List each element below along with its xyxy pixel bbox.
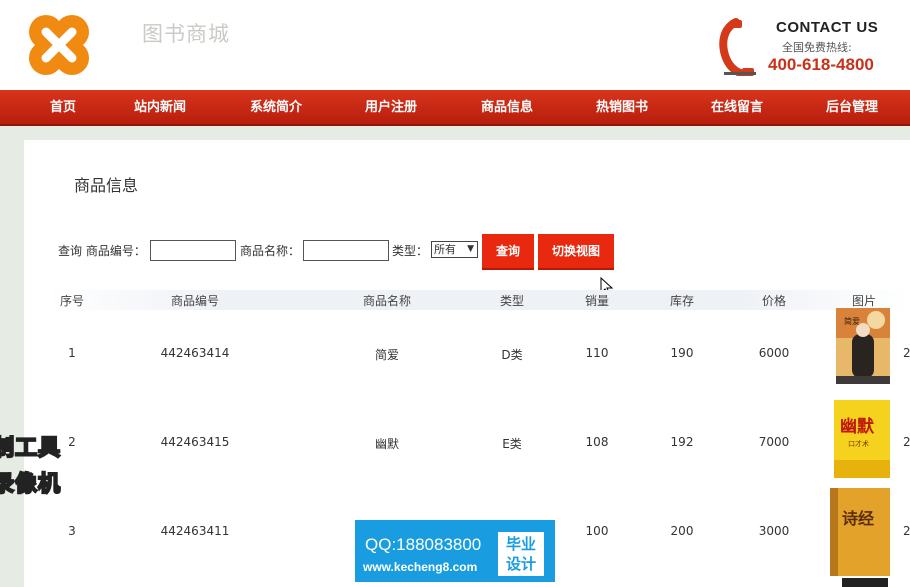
column-header-stock: 库存 xyxy=(669,294,695,308)
cell-sales: 100 xyxy=(585,524,609,538)
cell-overflow: 2 xyxy=(903,346,910,360)
contact-block: CONTACT US 全国免费热线: 400-618-4800 xyxy=(716,18,896,78)
cell-code: 442463414 xyxy=(160,346,230,360)
cell-name[interactable]: 简爱 xyxy=(375,346,399,363)
book-cover-image[interactable]: 简爱 xyxy=(836,308,890,384)
search-bar: 查询 商品编号： 商品名称： 类型： 所有 ▼ 查询 切换视图 xyxy=(58,232,658,270)
type-select-value: 所有 xyxy=(434,243,456,256)
type-select[interactable]: 所有 ▼ xyxy=(431,241,478,258)
chevron-down-icon: ▼ xyxy=(467,244,474,254)
nav-item-guestbook[interactable]: 在线留言 xyxy=(711,90,763,126)
cell-sales: 110 xyxy=(585,346,609,360)
phone-icon xyxy=(719,18,756,76)
site-logo-icon[interactable] xyxy=(24,10,94,80)
contact-title: CONTACT US xyxy=(776,19,879,36)
type-label: 类型： xyxy=(392,244,429,258)
watermark-line-2: 录像机 xyxy=(0,471,62,498)
watermark-line-1: 制工具 xyxy=(0,435,62,462)
cell-stock: 192 xyxy=(670,435,694,449)
contact-phone-number: 400-618-4800 xyxy=(768,55,874,74)
book-cover-title: 简爱 xyxy=(844,316,860,326)
cell-stock: 200 xyxy=(670,524,694,538)
switch-view-button[interactable]: 切换视图 xyxy=(538,234,614,270)
cell-type: E类 xyxy=(502,437,522,451)
cell-price: 3000 xyxy=(758,524,790,538)
badge-line-2: 设计 xyxy=(505,555,536,573)
book-cover-subtitle: 口才术 xyxy=(848,439,869,448)
nav-item-about[interactable]: 系统简介 xyxy=(250,90,302,126)
cell-code: 442463411 xyxy=(160,524,230,538)
site-header: 图书商城 CONTACT US 全国免费热线: 400-618-4800 xyxy=(0,0,910,90)
cell-no: 3 xyxy=(68,524,76,538)
cell-stock: 190 xyxy=(670,346,694,360)
column-header-image: 图片 xyxy=(851,294,877,308)
nav-item-products[interactable]: 商品信息 xyxy=(481,90,533,126)
qq-number: QQ:188083800 xyxy=(365,535,482,554)
column-header-price: 价格 xyxy=(761,294,787,308)
cell-no: 1 xyxy=(68,346,76,360)
column-header-name: 商品名称 xyxy=(362,294,412,308)
query-button[interactable]: 查询 xyxy=(482,234,534,270)
product-code-input[interactable] xyxy=(150,240,236,261)
cell-name[interactable]: 幽默 xyxy=(375,435,399,452)
nav-item-admin[interactable]: 后台管理 xyxy=(826,90,878,126)
nav-item-register[interactable]: 用户注册 xyxy=(365,90,417,126)
cell-price: 6000 xyxy=(758,346,790,360)
book-cover-image[interactable]: 幽默 口才术 xyxy=(834,400,890,478)
cell-overflow: 2 xyxy=(903,435,910,449)
cell-type: D类 xyxy=(501,348,523,362)
column-header-code: 商品编号 xyxy=(170,294,220,308)
product-name-input[interactable] xyxy=(303,240,389,261)
product-name-label: 商品名称： xyxy=(240,244,301,258)
page-title: 商品信息 xyxy=(74,176,139,195)
cell-price: 7000 xyxy=(758,435,790,449)
nav-item-home[interactable]: 首页 xyxy=(50,90,76,126)
column-header-sales: 销量 xyxy=(584,294,610,308)
recorder-watermark: 制工具 录像机 xyxy=(0,430,80,500)
book-cover-image-partial xyxy=(842,578,888,587)
nav-item-news[interactable]: 站内新闻 xyxy=(134,90,186,126)
contact-subtitle: 全国免费热线: xyxy=(782,41,852,54)
book-cover-title: 幽默 xyxy=(840,417,875,437)
graduation-design-badge: 毕业 设计 xyxy=(498,532,544,576)
banner-url: www.kecheng8.com xyxy=(363,560,478,574)
product-code-label: 查询 商品编号： xyxy=(58,244,146,258)
nav-item-bestsellers[interactable]: 热销图书 xyxy=(596,90,648,126)
qq-contact-banner[interactable]: QQ:188083800 www.kecheng8.com 毕业 设计 xyxy=(355,520,555,582)
column-header-no: 序号 xyxy=(59,294,85,308)
column-header-type: 类型 xyxy=(499,294,525,308)
main-nav: 首页 站内新闻 系统简介 用户注册 商品信息 热销图书 在线留言 后台管理 xyxy=(0,90,910,126)
site-title: 图书商城 xyxy=(142,22,230,46)
badge-line-1: 毕业 xyxy=(505,535,536,553)
cell-sales: 108 xyxy=(585,435,609,449)
book-cover-title: 诗经 xyxy=(842,509,874,528)
cell-overflow: 2 xyxy=(903,524,910,538)
book-cover-image[interactable]: 诗经 xyxy=(830,488,890,576)
cell-code: 442463415 xyxy=(160,435,230,449)
